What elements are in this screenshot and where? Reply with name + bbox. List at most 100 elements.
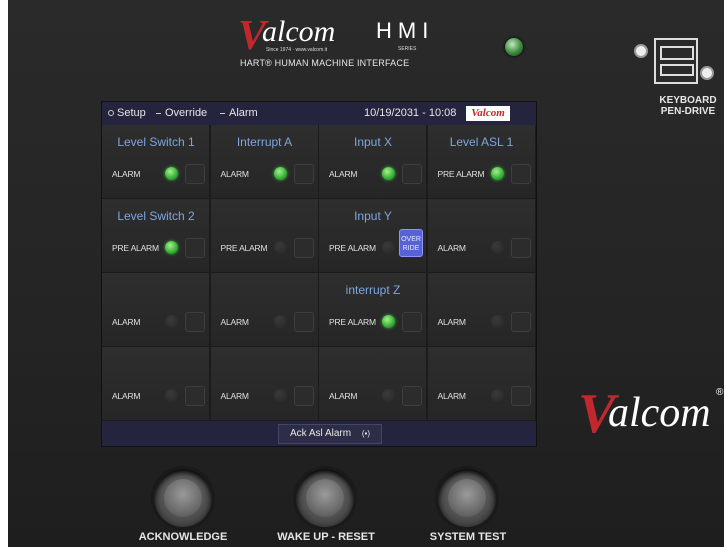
- cell-status: PRE ALARM: [437, 169, 485, 179]
- usb-port-icon[interactable]: [630, 38, 718, 84]
- alarm-cell: ALARM: [427, 199, 536, 273]
- acknowledge-button[interactable]: [154, 469, 212, 527]
- cell-action-button[interactable]: [510, 386, 531, 406]
- alarm-cell: Input Y PRE ALARM OVER RIDE: [319, 199, 427, 273]
- nav-override-label: Override: [165, 107, 208, 119]
- cell-action-button[interactable]: [185, 164, 205, 184]
- brand-since: Since 1974 · www.valcom.it: [266, 47, 328, 53]
- cell-action-button[interactable]: [402, 164, 422, 184]
- brand-header: V alcom Since 1974 · www.valcom.it HMI S…: [238, 14, 458, 76]
- alarm-cell: ALARM: [102, 347, 210, 421]
- cell-title: Input Y: [354, 209, 392, 223]
- big-logo-reg: ®: [716, 387, 724, 398]
- usb-socket-icon: [654, 38, 698, 84]
- status-led-icon: [490, 167, 504, 180]
- alarm-dash-icon: [220, 112, 225, 114]
- cell-status: PRE ALARM: [329, 243, 376, 253]
- cell-action-button[interactable]: [402, 386, 422, 406]
- wake-up-reset-label: WAKE UP - RESET: [277, 531, 375, 543]
- system-test-button[interactable]: [438, 469, 496, 527]
- cell-status: ALARM: [112, 391, 141, 401]
- status-led-icon: [273, 315, 287, 328]
- alarm-cell: PRE ALARM: [210, 199, 319, 273]
- alarm-cell: ALARM: [427, 347, 536, 421]
- status-led-icon: [165, 167, 178, 180]
- system-test-label: SYSTEM TEST: [429, 531, 507, 543]
- wake-up-reset-button[interactable]: [296, 469, 354, 527]
- hmi-screen: Setup Override Alarm 10/19/2031 - 10:08 …: [101, 101, 537, 447]
- setup-dot-icon: [108, 110, 114, 117]
- cell-status: ALARM: [329, 391, 358, 401]
- status-led-icon: [382, 241, 395, 254]
- cell-status: ALARM: [112, 317, 141, 327]
- cell-action-button[interactable]: [293, 386, 314, 406]
- cell-status: ALARM: [220, 391, 249, 401]
- cell-title: Level Switch 2: [117, 209, 195, 223]
- status-led-icon: [382, 389, 395, 402]
- screen-bottom-bar: Ack Asl Alarm (▪): [102, 421, 536, 446]
- nav-override[interactable]: Override: [156, 102, 207, 125]
- screw-icon: [634, 44, 648, 58]
- screw-icon: [700, 66, 714, 80]
- alarm-grid: Level Switch 1 ALARM Interrupt A ALARM Input…: [102, 125, 536, 421]
- override-dash-icon: [156, 112, 161, 114]
- cell-status: ALARM: [437, 317, 466, 327]
- keyboard-label-line1: KEYBOARD: [659, 95, 717, 106]
- alarm-cell: ALARM: [102, 273, 210, 347]
- alarm-cell: ALARM: [427, 273, 536, 347]
- status-led-icon: [273, 167, 287, 180]
- alarm-cell: Level ASL 1 PRE ALARM: [427, 125, 536, 199]
- override-button[interactable]: OVER RIDE: [399, 229, 423, 257]
- cell-status: PRE ALARM: [220, 243, 268, 253]
- cell-action-button[interactable]: [402, 312, 422, 332]
- cell-title: Level Switch 1: [117, 135, 195, 149]
- status-led-icon: [490, 241, 504, 254]
- nav-alarm[interactable]: Alarm: [220, 102, 258, 125]
- cell-action-button[interactable]: [510, 164, 531, 184]
- cell-status: ALARM: [437, 391, 466, 401]
- cell-action-button[interactable]: [293, 164, 314, 184]
- status-led-icon: [165, 315, 178, 328]
- nav-setup[interactable]: Setup: [108, 102, 146, 125]
- big-logo-word: alcom: [608, 390, 711, 436]
- status-led-icon: [490, 315, 504, 328]
- cell-status: ALARM: [437, 243, 466, 253]
- datetime: 10/19/2031 - 10:08: [364, 107, 457, 119]
- status-led-icon: [382, 167, 395, 180]
- cell-action-button[interactable]: [185, 238, 205, 258]
- cell-action-button[interactable]: [185, 386, 205, 406]
- cell-status: ALARM: [220, 169, 249, 179]
- ack-asl-alarm-button[interactable]: Ack Asl Alarm (▪): [278, 424, 382, 444]
- nav-alarm-label: Alarm: [229, 107, 258, 119]
- status-led-icon: [273, 389, 287, 402]
- alarm-cell: interrupt Z PRE ALARM: [319, 273, 427, 347]
- alarm-cell: ALARM: [210, 347, 319, 421]
- alarm-cell: Level Switch 2 PRE ALARM: [102, 199, 210, 273]
- brand-logo-word: alcom: [262, 15, 336, 48]
- brand-series: SERIES: [398, 46, 417, 52]
- cell-title: Input X: [353, 135, 393, 149]
- alarm-cell: Level Switch 1 ALARM: [102, 125, 210, 199]
- cell-status: ALARM: [329, 169, 358, 179]
- cell-status: ALARM: [220, 317, 249, 327]
- cell-action-button[interactable]: [510, 312, 531, 332]
- acknowledge-label: ACKNOWLEDGE: [138, 531, 228, 543]
- status-led-icon: [273, 241, 287, 254]
- power-led-icon: [505, 38, 523, 56]
- cell-status: PRE ALARM: [112, 243, 159, 253]
- mini-logo: Valcom: [466, 106, 510, 121]
- cell-action-button[interactable]: [510, 238, 531, 258]
- cell-action-button[interactable]: [293, 312, 314, 332]
- alarm-cell: ALARM: [319, 347, 427, 421]
- status-led-icon: [165, 241, 178, 254]
- alarm-cell: Interrupt A ALARM: [210, 125, 319, 199]
- cell-action-button[interactable]: [185, 312, 205, 332]
- brand-hmi: HMI: [376, 18, 435, 43]
- cell-title: Level ASL 1: [449, 135, 514, 149]
- status-led-icon: [165, 389, 178, 402]
- alarm-cell: Input X ALARM: [319, 125, 427, 199]
- alarm-cell: ALARM: [210, 273, 319, 347]
- cell-action-button[interactable]: [293, 238, 314, 258]
- screen-top-bar: Setup Override Alarm 10/19/2031 - 10:08 …: [102, 102, 536, 125]
- nav-setup-label: Setup: [117, 107, 146, 119]
